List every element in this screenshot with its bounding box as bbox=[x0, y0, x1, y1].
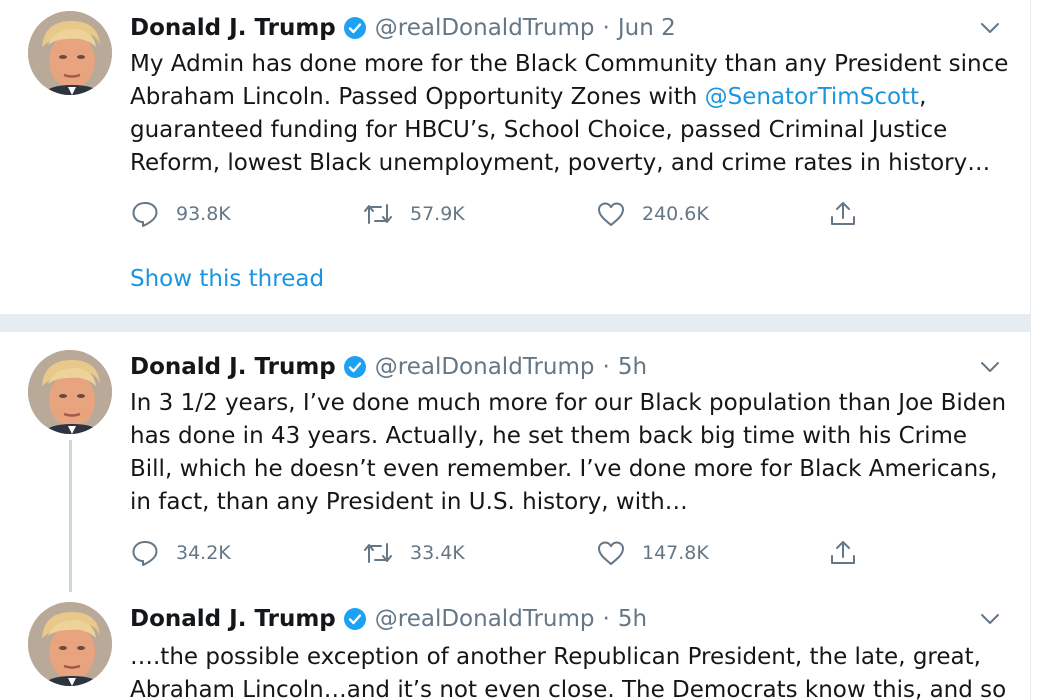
retweet-count: 57.9K bbox=[410, 203, 465, 225]
verified-badge-icon bbox=[343, 355, 367, 379]
avatar[interactable] bbox=[28, 11, 112, 95]
share-button[interactable] bbox=[828, 197, 858, 231]
like-button[interactable]: 147.8K bbox=[596, 536, 709, 570]
retweet-icon bbox=[362, 538, 394, 568]
tweet-text: My Admin has done more for the Black Com… bbox=[130, 48, 1010, 180]
timeline-border bbox=[1030, 0, 1031, 700]
separator-dot: · bbox=[602, 606, 610, 632]
share-icon bbox=[828, 199, 858, 229]
tweet[interactable]: Donald J. Trump @realDonaldTrump · Jun 2… bbox=[0, 0, 1030, 314]
retweet-button[interactable]: 33.4K bbox=[362, 536, 465, 570]
separator-dot: · bbox=[602, 15, 610, 41]
tweet-timestamp[interactable]: 5h bbox=[618, 354, 647, 380]
author-name[interactable]: Donald J. Trump bbox=[130, 15, 336, 41]
author-name[interactable]: Donald J. Trump bbox=[130, 354, 336, 380]
verified-badge-icon bbox=[343, 607, 367, 631]
retweet-icon bbox=[362, 199, 394, 229]
chevron-down-icon[interactable] bbox=[978, 16, 1002, 40]
tweet-header: Donald J. Trump @realDonaldTrump · Jun 2 bbox=[130, 11, 676, 45]
tweet-header: Donald J. Trump @realDonaldTrump · 5h bbox=[130, 350, 647, 384]
avatar[interactable] bbox=[28, 350, 112, 434]
like-count: 147.8K bbox=[642, 542, 709, 564]
author-name[interactable]: Donald J. Trump bbox=[130, 606, 336, 632]
show-thread-link[interactable]: Show this thread bbox=[130, 266, 324, 292]
tweet-timestamp[interactable]: Jun 2 bbox=[618, 15, 676, 41]
retweet-count: 33.4K bbox=[410, 542, 465, 564]
like-icon bbox=[596, 538, 626, 568]
tweet-text: ….the possible exception of another Repu… bbox=[130, 644, 1007, 700]
reply-count: 34.2K bbox=[176, 542, 231, 564]
tweet-header: Donald J. Trump @realDonaldTrump · 5h bbox=[130, 602, 647, 636]
like-icon bbox=[596, 199, 626, 229]
reply-count: 93.8K bbox=[176, 203, 231, 225]
timeline-feed: Donald J. Trump @realDonaldTrump · Jun 2… bbox=[0, 0, 1030, 700]
mention-link[interactable]: @SenatorTimScott bbox=[705, 84, 919, 110]
tweet[interactable]: Donald J. Trump @realDonaldTrump · 5h ….… bbox=[0, 602, 1030, 700]
thread-connector-line bbox=[69, 440, 72, 592]
share-button[interactable] bbox=[828, 536, 858, 570]
share-icon bbox=[828, 538, 858, 568]
chevron-down-icon[interactable] bbox=[978, 607, 1002, 631]
tweet-actions: 93.8K 57.9K 240.6K bbox=[130, 197, 890, 231]
author-handle[interactable]: @realDonaldTrump bbox=[375, 15, 595, 41]
tweet[interactable]: Donald J. Trump @realDonaldTrump · 5h In… bbox=[0, 332, 1030, 602]
author-handle[interactable]: @realDonaldTrump bbox=[375, 606, 595, 632]
author-handle[interactable]: @realDonaldTrump bbox=[375, 354, 595, 380]
tweet-separator bbox=[0, 314, 1030, 332]
avatar[interactable] bbox=[28, 602, 112, 686]
tweet-timestamp[interactable]: 5h bbox=[618, 606, 647, 632]
like-count: 240.6K bbox=[642, 203, 709, 225]
reply-icon bbox=[130, 538, 160, 568]
tweet-actions: 34.2K 33.4K 147.8K bbox=[130, 536, 890, 570]
verified-badge-icon bbox=[343, 16, 367, 40]
like-button[interactable]: 240.6K bbox=[596, 197, 709, 231]
retweet-button[interactable]: 57.9K bbox=[362, 197, 465, 231]
reply-icon bbox=[130, 199, 160, 229]
tweet-text: In 3 1/2 years, I’ve done much more for … bbox=[130, 390, 1007, 515]
reply-button[interactable]: 93.8K bbox=[130, 197, 231, 231]
chevron-down-icon[interactable] bbox=[978, 355, 1002, 379]
reply-button[interactable]: 34.2K bbox=[130, 536, 231, 570]
separator-dot: · bbox=[602, 354, 610, 380]
